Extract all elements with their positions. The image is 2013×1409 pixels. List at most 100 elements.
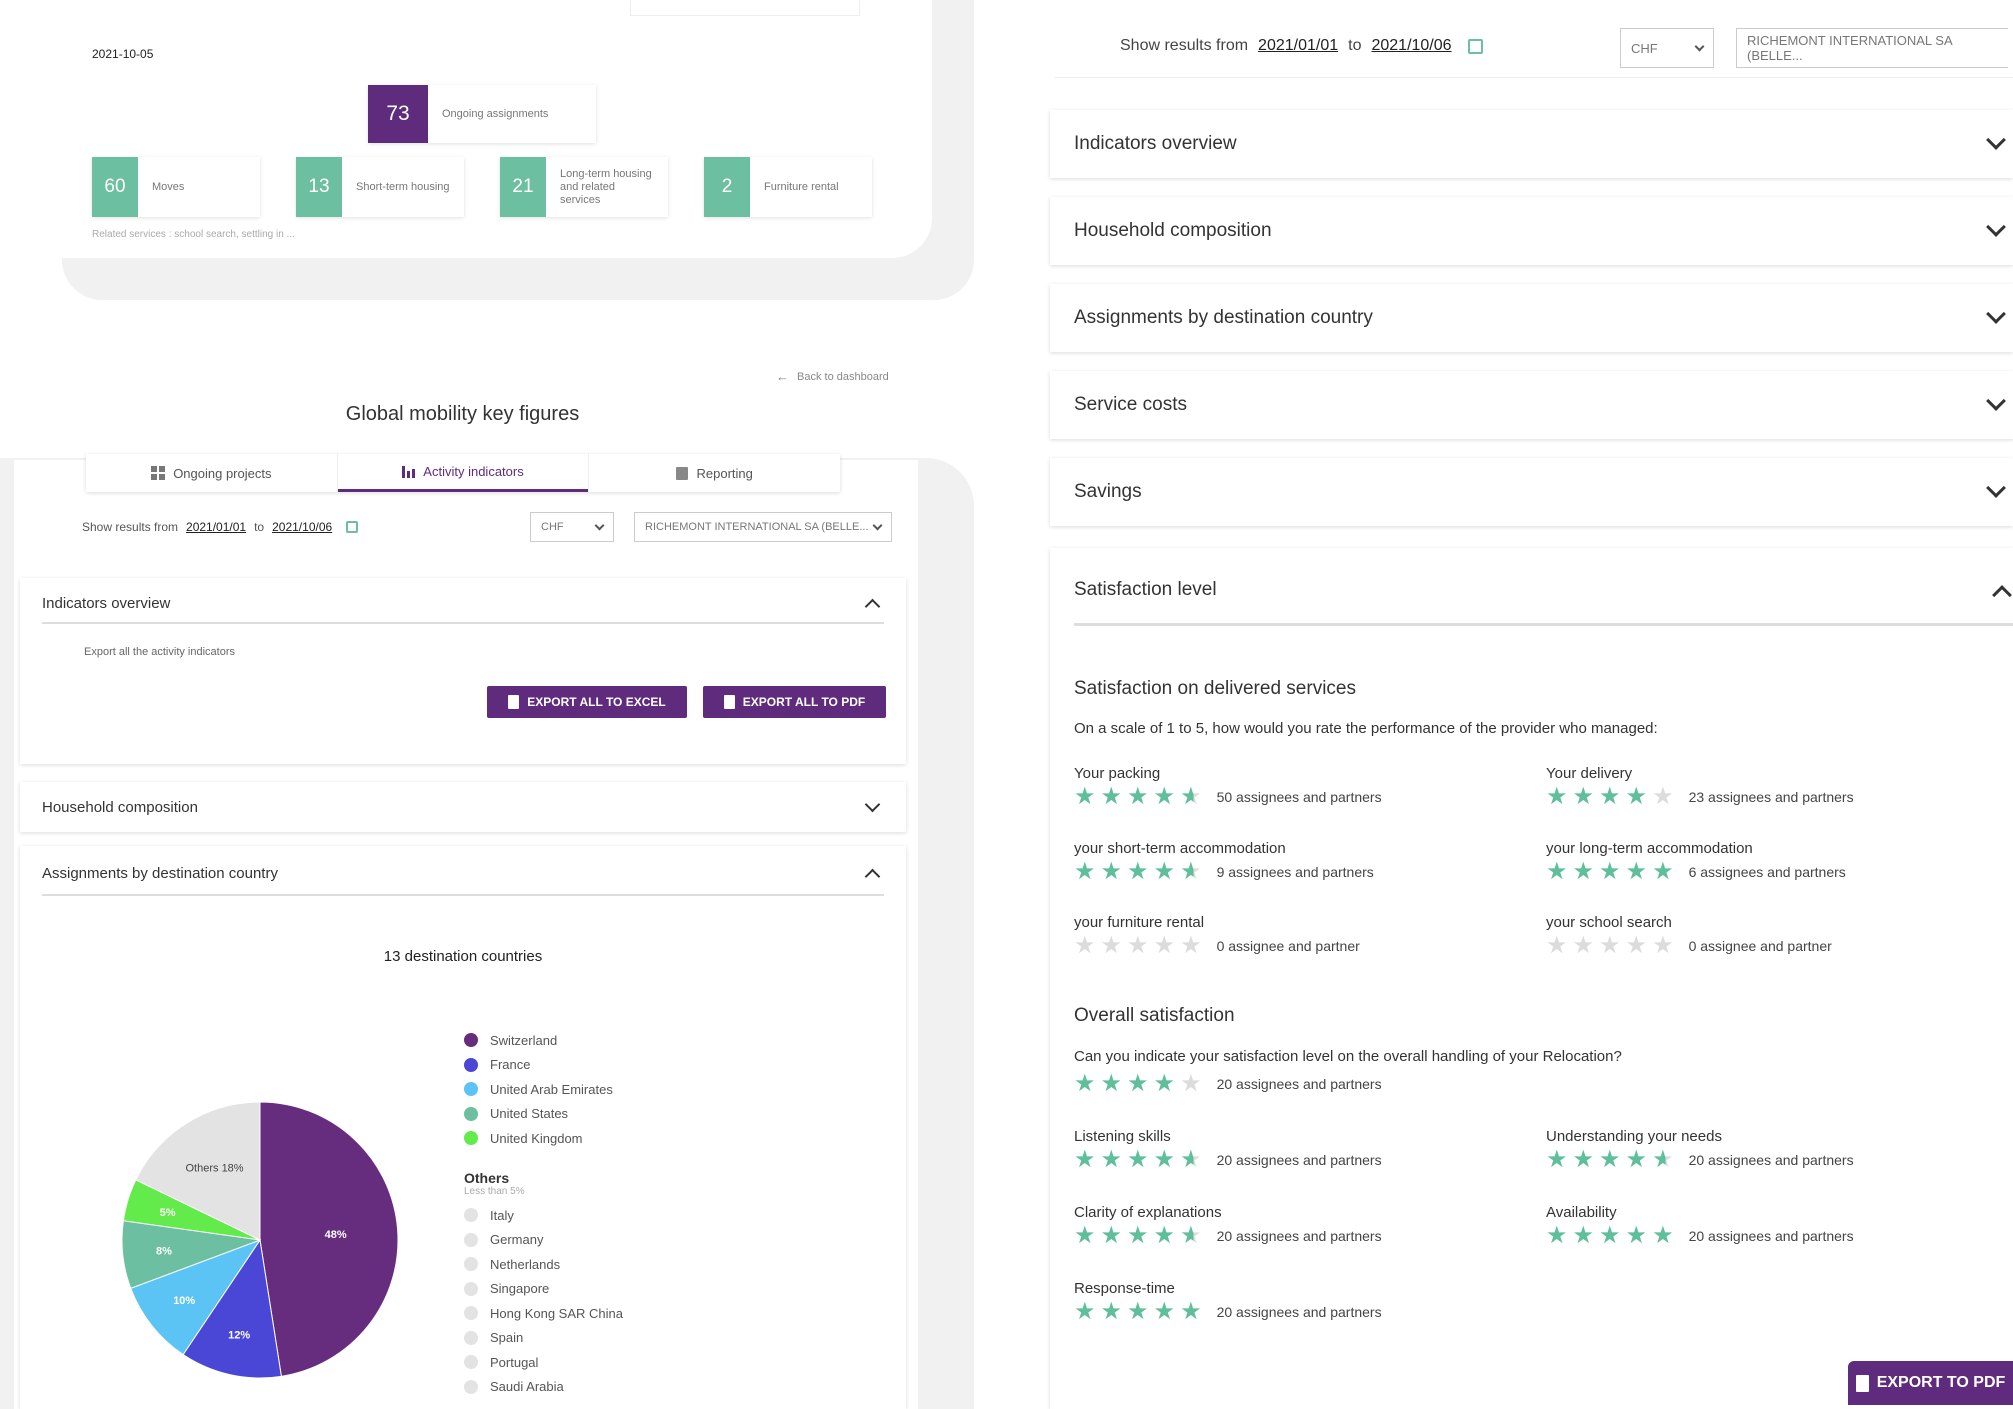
chevron-down-icon [1986,217,2006,237]
currency-select[interactable]: CHF [530,512,614,542]
others-label: Netherlands [490,1256,561,1272]
star-full-icon: ★ [1546,1146,1573,1173]
export-all-excel-label: EXPORT ALL TO EXCEL [527,695,666,709]
rating-item: your short-term accommodation ★★★★★ 9 ass… [1074,840,1374,884]
ongoing-assignments-stat[interactable]: 73 Ongoing assignments [368,85,596,143]
chevron-up-icon[interactable] [864,598,881,614]
back-to-dashboard-link[interactable]: ← Back to dashboard [776,369,889,384]
legend-item[interactable]: United Arab Emirates [464,1077,613,1102]
star-empty-icon: ★ [1652,932,1679,959]
pie-label: Others 18% [186,1163,244,1175]
others-legend-item: Italy [464,1203,623,1228]
export-pdf-button[interactable]: EXPORT TO PDF [1848,1361,2013,1405]
section-service-costs[interactable]: Service costs [1050,371,2013,439]
rating-label: Your packing [1074,765,1161,782]
tab-activity-indicators[interactable]: Activity indicators [337,454,589,492]
star-full-icon: ★ [1100,1222,1128,1249]
rating-count: 0 assignee and partner [1688,938,1832,954]
rating-stars: ★★★★★ [1074,934,1207,958]
pie-label: 8% [156,1245,172,1257]
ongoing-assignments-count: 73 [368,85,428,143]
others-label: Saudi Arabia [490,1379,564,1395]
export-all-pdf-button[interactable]: EXPORT ALL TO PDF [703,686,886,718]
star-full-icon: ★ [1153,1298,1181,1325]
rating-stars: ★★★★★ [1074,1148,1207,1172]
legend-label: France [490,1057,531,1073]
legend-item[interactable]: France [464,1053,613,1078]
star-full-icon: ★ [1625,1222,1653,1249]
furniture-rental-stat[interactable]: 2 Furniture rental [704,157,872,217]
star-full-icon: ★ [1127,783,1154,810]
tab-ongoing-projects-label: Ongoing projects [173,465,272,481]
indicators-overview-header[interactable]: Indicators overview [42,590,884,624]
legend-label: United Kingdom [490,1130,583,1146]
section-indicators-overview[interactable]: Indicators overview [1050,110,2013,178]
grid-icon [151,466,166,480]
tab-activity-indicators-label: Activity indicators [423,464,524,479]
chevron-up-icon [1992,584,2012,605]
legend-item[interactable]: United Kingdom [464,1126,613,1151]
tab-reporting[interactable]: Reporting [588,454,840,492]
overall-title: Overall satisfaction [1074,1005,1235,1026]
star-empty-icon: ★ [1100,932,1128,959]
legend-swatch [464,1057,478,1072]
others-label: Singapore [490,1281,550,1297]
tab-ongoing-projects[interactable]: Ongoing projects [86,454,338,492]
short-term-housing-stat[interactable]: 13 Short-term housing [296,157,464,217]
date-to-link[interactable]: 2021/10/06 [272,520,332,534]
chart-legend: Switzerland France United Arab Emirates Uni… [464,1028,613,1151]
long-term-housing-stat[interactable]: 21 Long-term housing and related service… [500,157,668,217]
overall-count: 20 assignees and partners [1216,1076,1382,1092]
right-date-to-link[interactable]: 2021/10/06 [1371,37,1451,55]
star-full-icon: ★ [1100,858,1128,885]
star-empty-icon: ★ [1652,783,1679,810]
overall-stars: ★★★★★ [1074,1072,1207,1096]
arrow-left-icon: ← [776,369,789,384]
rating-item: Clarity of explanations ★★★★★ 20 assignee… [1074,1204,1382,1248]
calendar-icon[interactable] [346,521,359,533]
section-household-composition[interactable]: Household composition [1050,197,2013,265]
export-all-excel-button[interactable]: EXPORT ALL TO EXCEL [487,686,687,718]
top-search-box[interactable] [630,0,860,16]
assignments-title: Assignments by destination country [42,864,278,882]
section-assignments-by-destination-country[interactable]: Assignments by destination country [1050,284,2013,352]
dashboard-date: 2021-10-05 [92,47,154,61]
star-full-icon: ★ [1572,1222,1600,1249]
section-title: Indicators overview [1074,133,1237,154]
overall-rating: ★★★★★ 20 assignees and partners [1074,1072,1382,1096]
chevron-down-icon [1694,41,1705,51]
star-empty-icon: ★ [1127,932,1154,959]
star-empty-icon: ★ [1625,932,1653,959]
star-full-icon: ★ [1074,783,1101,810]
back-to-dashboard-label: Back to dashboard [797,370,889,383]
legend-label: Switzerland [490,1032,558,1048]
right-company-select[interactable]: RICHEMONT INTERNATIONAL SA (BELLE... [1736,28,2008,68]
household-composition-panel[interactable]: Household composition [20,782,906,832]
legend-item[interactable]: Switzerland [464,1028,613,1053]
chart-title: 13 destination countries [383,948,543,965]
star-full-icon: ★ [1625,783,1653,810]
company-select[interactable]: RICHEMONT INTERNATIONAL SA (BELLE... [634,512,892,542]
star-full-icon: ★ [1652,1222,1679,1249]
rating-stars: ★★★★★ [1546,1224,1679,1248]
rating-item: your school search ★★★★★ 0 assignee and p… [1546,914,1832,958]
rating-item: Understanding your needs ★★★★★ 20 assigne… [1546,1128,1854,1172]
pie-label: 5% [160,1207,176,1219]
assignments-header[interactable]: Assignments by destination country [42,858,884,896]
short-term-housing-label: Short-term housing [356,180,450,193]
section-savings[interactable]: Savings [1050,458,2013,526]
star-full-icon: ★ [1180,1298,1207,1325]
satisfaction-header[interactable]: Satisfaction level [1074,568,2013,626]
moves-stat[interactable]: 60 Moves [92,157,260,217]
right-currency-select[interactable]: CHF [1620,28,1714,68]
filter-prefix: Show results from [82,520,179,534]
legend-item[interactable]: United States [464,1102,613,1127]
rating-stars: ★★★★★ [1074,1224,1207,1248]
moves-label: Moves [152,180,185,193]
assignments-panel: Assignments by destination country 13 de… [20,846,906,1409]
calendar-icon[interactable] [1467,38,1483,54]
right-date-from-link[interactable]: 2021/01/01 [1258,37,1338,55]
chevron-down-icon [864,796,881,812]
date-from-link[interactable]: 2021/01/01 [186,520,246,534]
legend-label: United Arab Emirates [490,1081,613,1097]
